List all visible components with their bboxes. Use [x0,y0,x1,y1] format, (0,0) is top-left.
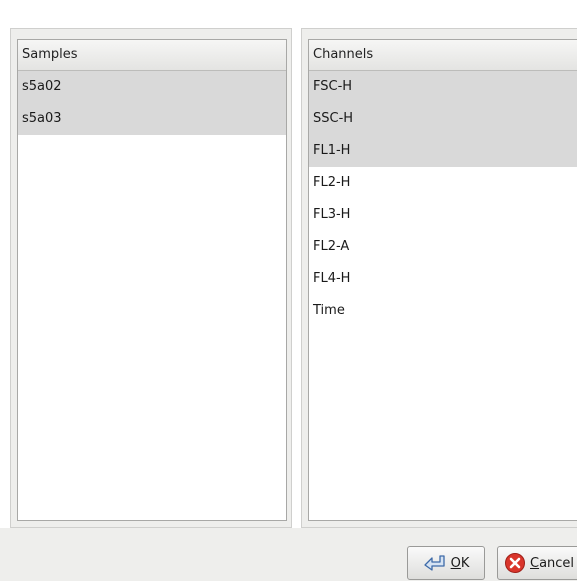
channel-row[interactable]: FL2-H [309,167,577,199]
select-channels-dialog: Samples s5a02 s5a03 Channels FSC-H SSC-H… [0,0,577,581]
ok-icon [423,555,445,571]
cancel-icon [505,553,525,573]
channel-row-label: FSC-H [313,79,353,94]
channel-row[interactable]: Time [309,295,577,327]
channel-row-label: FL4-H [313,271,351,286]
sample-row-label: s5a02 [22,79,62,94]
sample-row[interactable]: s5a02 [18,71,286,103]
channels-frame: Channels FSC-H SSC-H FL1-H FL2-H FL3-H F… [301,28,577,528]
channel-row[interactable]: FL3-H [309,199,577,231]
channel-row-label: FL2-A [313,239,350,254]
channel-row-label: FL1-H [313,143,351,158]
samples-frame: Samples s5a02 s5a03 [10,28,292,528]
ok-label: OK [450,555,470,571]
ok-button[interactable]: OK [407,546,485,580]
channel-row[interactable]: FSC-H [309,71,577,103]
channel-row[interactable]: FL2-A [309,231,577,263]
channel-row-label: SSC-H [313,111,354,126]
button-bar: OK Cancel [0,528,577,581]
samples-column-header[interactable]: Samples [18,40,286,71]
channel-row-label: FL3-H [313,207,351,222]
sample-row[interactable]: s5a03 [18,103,286,135]
cancel-label: Cancel [530,555,575,571]
channel-row-label: Time [313,303,345,318]
channel-row[interactable]: FL4-H [309,263,577,295]
channels-column-header[interactable]: Channels [309,40,577,71]
samples-list[interactable]: Samples s5a02 s5a03 [17,39,287,521]
channel-row[interactable]: FL1-H [309,135,577,167]
channel-row-label: FL2-H [313,175,351,190]
sample-row-label: s5a03 [22,111,62,126]
channels-list[interactable]: Channels FSC-H SSC-H FL1-H FL2-H FL3-H F… [308,39,577,521]
cancel-button[interactable]: Cancel [497,546,577,580]
channel-row[interactable]: SSC-H [309,103,577,135]
